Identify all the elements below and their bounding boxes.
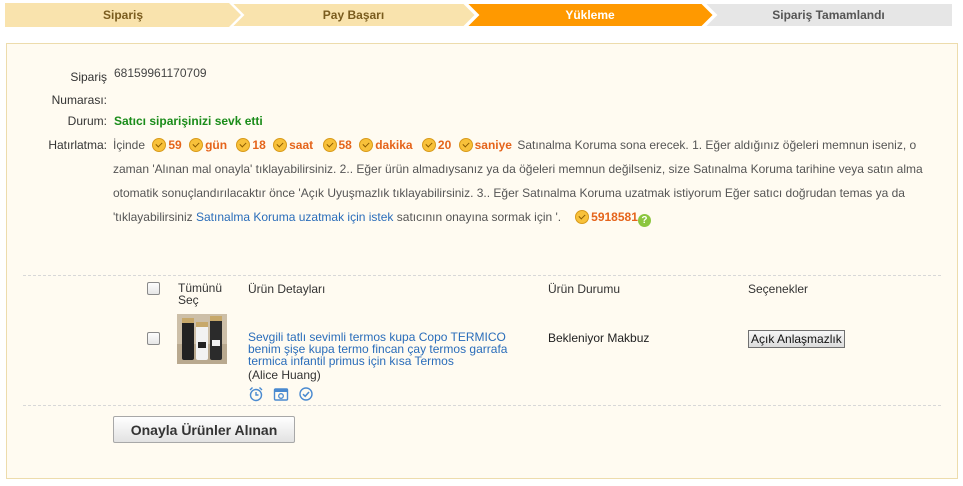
select-all-header: Tümünü Seç	[178, 281, 223, 307]
clock-icon	[421, 138, 436, 152]
clock-icon	[189, 138, 204, 152]
product-thumbnail[interactable]	[177, 314, 227, 364]
step-complete: Sipariş Tamamlandı	[704, 3, 953, 27]
reminder-text: İçinde 59 gün 18 saat 58 dakika 20 saniy…	[113, 133, 943, 229]
clock-icon	[458, 138, 473, 152]
divider	[23, 405, 941, 406]
countdown-hours: 18	[252, 138, 266, 152]
alarm-clock-icon[interactable]	[248, 386, 264, 402]
step-label: Sipariş	[102, 8, 144, 22]
select-all-checkbox[interactable]	[147, 282, 160, 295]
confirm-received-button[interactable]: Onayla Ürünler Alınan	[113, 416, 295, 443]
reminder-label: Hatırlatma:	[48, 138, 107, 152]
order-detail-panel: Sipariş Numarası: 68159961170709 Durum: …	[6, 43, 958, 479]
extend-protection-link[interactable]: Satınalma Koruma uzatmak için istek	[196, 210, 393, 224]
step-label: Pay Başarı	[322, 8, 385, 22]
clock-icon	[236, 138, 251, 152]
product-title-link[interactable]: Sevgili tatlı sevimli termos kupa Copo T…	[248, 331, 520, 367]
open-dispute-button[interactable]: Açık Anlaşmazlık	[748, 330, 845, 348]
product-details-header: Ürün Detayları	[248, 282, 326, 296]
order-number: 68159961170709	[114, 66, 207, 80]
order-number-label-line2: Numarası:	[51, 93, 107, 107]
seller-name: (Alice Huang)	[248, 368, 321, 382]
countdown-hours-unit: saat	[289, 138, 314, 152]
points-icon	[575, 210, 590, 224]
order-number-label-line1: Sipariş	[70, 70, 107, 84]
thermos-image	[177, 314, 227, 364]
clock-icon	[359, 138, 374, 152]
reward-points: 5918581	[591, 210, 638, 224]
order-number-label: Sipariş Numarası:	[27, 66, 107, 112]
countdown-seconds-unit: saniye	[474, 138, 512, 152]
check-circle-icon[interactable]	[298, 386, 314, 402]
clock-icon	[322, 138, 337, 152]
reminder-body-end: satıcının onayına sormak için '.	[396, 210, 562, 224]
step-label: Yükleme	[565, 8, 615, 22]
help-icon[interactable]: ?	[637, 214, 651, 227]
reminder-prefix: İçinde	[113, 138, 146, 152]
product-status: Bekleniyor Makbuz	[548, 331, 650, 345]
countdown-days-unit: gün	[205, 138, 228, 152]
step-shipping: Yükleme	[466, 3, 714, 27]
image-icon[interactable]	[273, 386, 289, 402]
step-payment: Pay Başarı	[231, 3, 476, 27]
divider	[23, 275, 941, 276]
step-label: Sipariş Tamamlandı	[772, 8, 885, 22]
step-order: Sipariş	[5, 3, 241, 27]
order-progress-steps: Sipariş Pay Başarı Yükleme Sipariş Tamam…	[5, 3, 953, 27]
product-status-header: Ürün Durumu	[548, 282, 621, 296]
status-label: Durum:	[67, 114, 107, 128]
item-checkbox[interactable]	[147, 332, 160, 345]
countdown-minutes: 58	[338, 138, 352, 152]
clock-icon	[152, 138, 167, 152]
clock-icon	[273, 138, 288, 152]
options-header: Seçenekler	[748, 282, 809, 296]
order-status: Satıcı siparişinizi sevk etti	[114, 114, 263, 128]
countdown-days: 59	[168, 138, 182, 152]
countdown-seconds: 20	[437, 138, 452, 152]
countdown-minutes-unit: dakika	[375, 138, 413, 152]
